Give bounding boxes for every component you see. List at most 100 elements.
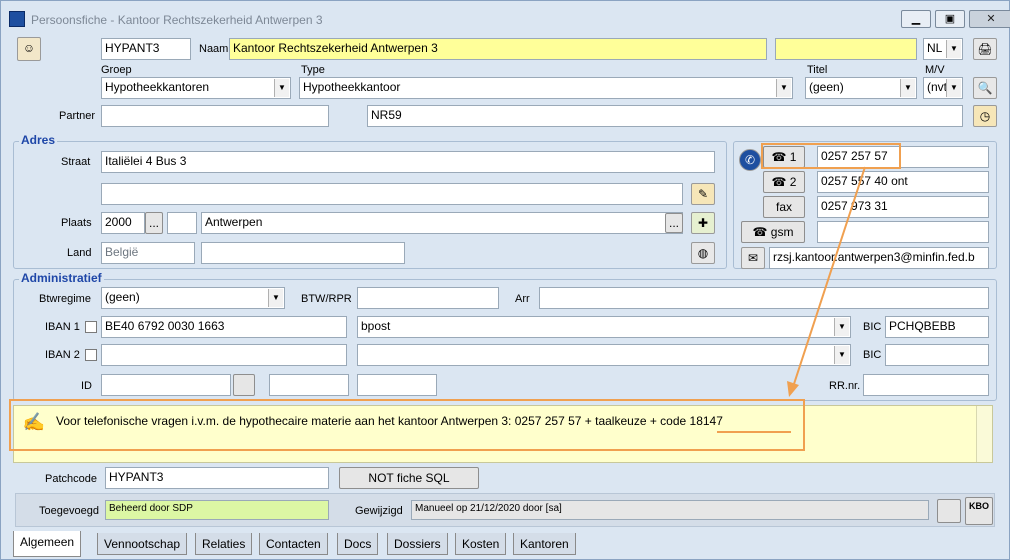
postcode-extra-field[interactable] bbox=[167, 212, 197, 234]
email-icon[interactable]: ✉ bbox=[741, 247, 765, 269]
id-lookup-button[interactable] bbox=[233, 374, 255, 396]
tab-algemeen[interactable]: Algemeen bbox=[13, 531, 82, 557]
rrnr-field[interactable] bbox=[863, 374, 989, 396]
iban2-label: IBAN 2 bbox=[45, 349, 80, 361]
postcode-field[interactable]: 2000 bbox=[101, 212, 145, 234]
tab-kosten[interactable]: Kosten bbox=[455, 533, 507, 555]
land-label: Land bbox=[67, 247, 92, 259]
groep-label: Groep bbox=[101, 64, 132, 76]
highlight-code-underline bbox=[717, 431, 791, 433]
id-extra-field-2[interactable] bbox=[357, 374, 437, 396]
naam-extra-field[interactable] bbox=[775, 38, 917, 60]
close-button[interactable]: ✕ bbox=[969, 10, 1010, 28]
adres-title: Adres bbox=[19, 133, 58, 147]
iban2-checkbox[interactable] bbox=[85, 349, 97, 361]
mv-label: M/V bbox=[925, 64, 945, 76]
patchcode-label: Patchcode bbox=[45, 473, 97, 485]
bic1-field[interactable]: PCHQBEBB bbox=[885, 316, 989, 338]
edit-pencil-icon[interactable]: ✎ bbox=[691, 183, 715, 205]
reference-field[interactable]: NR59 bbox=[367, 105, 963, 127]
id-extra-field-1[interactable] bbox=[269, 374, 349, 396]
window-title: Persoonsfiche - Kantoor Rechtszekerheid … bbox=[31, 13, 323, 27]
print-icon[interactable]: 🖨 bbox=[973, 38, 997, 60]
arr-field[interactable] bbox=[539, 287, 989, 309]
gemeente-value: Antwerpen bbox=[205, 215, 263, 229]
bank2-select[interactable]: ▼ bbox=[357, 344, 851, 366]
title-bar: Persoonsfiche - Kantoor Rechtszekerheid … bbox=[1, 1, 1010, 33]
btw-rpr-field[interactable] bbox=[357, 287, 499, 309]
footer-extra-button[interactable] bbox=[937, 499, 961, 523]
partner-label: Partner bbox=[59, 110, 96, 122]
tab-bar: Algemeen Vennootschap Relaties Contacten… bbox=[1, 531, 1009, 559]
tab-dossiers[interactable]: Dossiers bbox=[387, 533, 448, 555]
maximize-button[interactable]: ▣ bbox=[935, 10, 965, 28]
titel-select[interactable]: (geen) ▼ bbox=[805, 77, 917, 99]
mv-value: (nvt bbox=[927, 80, 948, 94]
annotation-arrow bbox=[787, 166, 866, 397]
app-icon bbox=[9, 11, 25, 27]
phone-icon: ✆ bbox=[739, 149, 761, 171]
mv-select[interactable]: (nvt ▼ bbox=[923, 77, 963, 99]
partner-field[interactable] bbox=[101, 105, 329, 127]
bank1-select[interactable]: bpost ▼ bbox=[357, 316, 851, 338]
admin-title: Administratief bbox=[19, 271, 104, 285]
iban1-field[interactable]: BE40 6792 0030 1663 bbox=[101, 316, 347, 338]
chevron-down-icon[interactable]: ▼ bbox=[268, 289, 283, 307]
highlight-note-box bbox=[9, 399, 805, 451]
language-value: NL bbox=[927, 41, 943, 55]
not-fiche-sql-button[interactable]: NOT fiche SQL bbox=[339, 467, 479, 489]
minimize-button[interactable]: ▁ bbox=[901, 10, 931, 28]
kbo-label: KBO bbox=[969, 501, 989, 511]
plaats-label: Plaats bbox=[61, 217, 92, 229]
groep-select[interactable]: Hypotheekkantoren ▼ bbox=[101, 77, 291, 99]
type-select[interactable]: Hypotheekkantoor ▼ bbox=[299, 77, 793, 99]
chevron-down-icon[interactable]: ▼ bbox=[900, 79, 915, 97]
kbo-button[interactable]: KBO bbox=[965, 497, 993, 525]
tab-kantoren[interactable]: Kantoren bbox=[513, 533, 576, 555]
tab-docs[interactable]: Docs bbox=[337, 533, 379, 555]
chevron-down-icon[interactable]: ▼ bbox=[274, 79, 289, 97]
bank1-value: bpost bbox=[361, 319, 391, 333]
straat-label: Straat bbox=[61, 156, 91, 168]
gemeente-field[interactable]: Antwerpen bbox=[201, 212, 683, 234]
land-extra-field[interactable] bbox=[201, 242, 405, 264]
gemeente-lookup-button[interactable]: ... bbox=[665, 213, 683, 233]
arr-label: Arr bbox=[515, 293, 530, 305]
groep-value: Hypotheekkantoren bbox=[105, 80, 210, 94]
add-location-icon[interactable]: ✚ bbox=[691, 212, 715, 234]
tab-contacten[interactable]: Contacten bbox=[259, 533, 328, 555]
btwregime-select[interactable]: (geen) ▼ bbox=[101, 287, 285, 309]
gewijzigd-field: Manueel op 21/12/2020 door [sa] bbox=[411, 500, 929, 520]
globe-icon[interactable]: ◍ bbox=[691, 242, 715, 264]
clock-icon[interactable]: ◷ bbox=[973, 105, 997, 127]
type-label: Type bbox=[301, 64, 325, 76]
iban2-field[interactable] bbox=[101, 344, 347, 366]
note-scrollbar[interactable] bbox=[976, 406, 992, 462]
straat-field[interactable]: Italiëlei 4 Bus 3 bbox=[101, 151, 715, 173]
land-field[interactable]: België bbox=[101, 242, 195, 264]
btwregime-value: (geen) bbox=[105, 290, 140, 304]
code-field[interactable]: HYPANT3 bbox=[101, 38, 191, 60]
tab-relaties[interactable]: Relaties bbox=[195, 533, 253, 555]
btwregime-label: Btwregime bbox=[39, 293, 91, 305]
id-field[interactable] bbox=[101, 374, 231, 396]
search-icon[interactable]: 🔍 bbox=[973, 77, 997, 99]
tab-vennootschap[interactable]: Vennootschap bbox=[97, 533, 188, 555]
titel-value: (geen) bbox=[809, 80, 844, 94]
chevron-down-icon[interactable]: ▼ bbox=[946, 79, 961, 97]
type-value: Hypotheekkantoor bbox=[303, 80, 401, 94]
naam-field[interactable]: Kantoor Rechtszekerheid Antwerpen 3 bbox=[229, 38, 767, 60]
patchcode-field[interactable]: HYPANT3 bbox=[105, 467, 329, 489]
iban1-label: IBAN 1 bbox=[45, 321, 80, 333]
chevron-down-icon[interactable]: ▼ bbox=[946, 40, 961, 58]
straat2-field[interactable] bbox=[101, 183, 683, 205]
person-avatar-icon[interactable]: ☺ bbox=[17, 37, 41, 61]
btw-rpr-label: BTW/RPR bbox=[301, 293, 352, 305]
chevron-down-icon[interactable]: ▼ bbox=[776, 79, 791, 97]
postcode-lookup-button[interactable]: ... bbox=[145, 212, 163, 234]
iban1-checkbox[interactable] bbox=[85, 321, 97, 333]
persoonsfiche-window: Persoonsfiche - Kantoor Rechtszekerheid … bbox=[0, 0, 1010, 560]
toegevoegd-field: Beheerd door SDP bbox=[105, 500, 329, 520]
language-select[interactable]: NL ▼ bbox=[923, 38, 963, 60]
bic2-field[interactable] bbox=[885, 344, 989, 366]
